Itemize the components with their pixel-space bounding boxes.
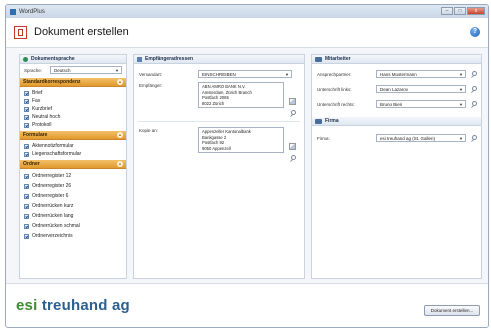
collapse-icon[interactable]: ▲ [117, 132, 123, 138]
document-icon [14, 26, 27, 39]
kopie-label: Kopie an: [139, 128, 159, 133]
list-item[interactable]: Aktennotizformular [20, 142, 126, 150]
chevron-down-icon: ▼ [115, 68, 119, 73]
page-header: Dokument erstellen ? [6, 18, 488, 48]
list-item[interactable]: Fax [20, 97, 126, 105]
search-icon[interactable] [472, 86, 477, 91]
kopie-address[interactable]: Appenzeller Kantonalbank Bankgasse 2 Pos… [198, 127, 284, 153]
checkbox-icon[interactable] [24, 203, 29, 209]
list-item[interactable]: Brief [20, 89, 126, 97]
window-title: WordPlus [19, 8, 45, 15]
unterschrift-links-label: Unterschrift links: [317, 87, 352, 92]
checkbox-icon[interactable] [24, 106, 29, 112]
chevron-down-icon: ▼ [459, 87, 463, 92]
search-icon[interactable] [472, 101, 477, 106]
list-item[interactable]: Ordnerregister 6 [20, 191, 126, 201]
minimize-button[interactable]: – [441, 7, 453, 15]
checkbox-icon[interactable] [24, 213, 29, 219]
company-icon [315, 118, 322, 124]
checkbox-icon[interactable] [24, 173, 29, 179]
create-document-button[interactable]: Dokument erstellen... [424, 305, 480, 316]
list-item[interactable]: Liegenschaftsformular [20, 150, 126, 158]
section-standardkorrespondenz[interactable]: Standardkorrespondenz ▲ [20, 78, 126, 87]
list-item[interactable]: Ordnerregister 12 [20, 171, 126, 181]
section-dokumentsprache: Dokumentsprache [20, 55, 126, 64]
edit-icon[interactable] [289, 98, 296, 105]
search-icon[interactable] [472, 71, 477, 76]
list-item[interactable]: Ordnerrücken schmal [20, 221, 126, 231]
unterschrift-rechts-label: Unterschrift rechts: [317, 102, 355, 107]
list-item[interactable]: Neutral hoch [20, 113, 126, 121]
checkbox-icon[interactable] [24, 223, 29, 229]
chevron-down-icon: ▼ [459, 136, 463, 141]
ansprechpartner-label: Ansprechpartner: [317, 72, 352, 77]
list-item[interactable]: Ordnerverzeichnis [20, 231, 126, 241]
chevron-down-icon: ▼ [459, 72, 463, 77]
checkbox-icon[interactable] [24, 151, 29, 157]
empfaenger-label: Empfänger: [139, 83, 163, 88]
middle-panel: Empfängeradressen Versandart: EINSCHREIB… [133, 54, 305, 279]
globe-icon [23, 56, 28, 62]
unterschrift-links-select[interactable]: Dean Lazarov ▼ [376, 85, 466, 93]
checkbox-icon[interactable] [24, 98, 29, 104]
checkbox-icon[interactable] [24, 193, 29, 199]
firma-label: Firma: [317, 136, 330, 141]
empfaenger-address[interactable]: ABN AMRO BANK N.V. Amsterdam, Zürich Bra… [198, 82, 284, 108]
right-panel: Mitarbeiter Ansprechpartner: Hans Muster… [311, 54, 482, 279]
search-icon[interactable] [291, 110, 296, 115]
versandart-select[interactable]: EINSCHREIBEN ▼ [198, 70, 292, 78]
address-book-icon [137, 56, 142, 62]
page-title: Dokument erstellen [34, 26, 129, 38]
list-item[interactable]: Ordnerrücken kurz [20, 201, 126, 211]
sprache-select[interactable]: Deutsch ▼ [50, 66, 122, 74]
section-firma: Firma [312, 117, 481, 126]
search-icon[interactable] [472, 135, 477, 140]
versandart-label: Versandart: [139, 72, 163, 77]
list-item[interactable]: Protokoll [20, 121, 126, 129]
sprache-label: Sprache: [24, 68, 43, 73]
collapse-icon[interactable]: ▲ [117, 161, 123, 167]
checkbox-icon[interactable] [24, 143, 29, 149]
chevron-down-icon: ▼ [459, 102, 463, 107]
checkbox-icon[interactable] [24, 233, 29, 239]
checkbox-icon[interactable] [24, 122, 29, 128]
edit-icon[interactable] [289, 143, 296, 150]
checkbox-icon[interactable] [24, 114, 29, 120]
brand-logo: esi treuhand ag [16, 297, 130, 314]
unterschrift-rechts-select[interactable]: Bruno Bieri ▼ [376, 100, 466, 108]
ansprechpartner-select[interactable]: Hans Mustermann ▼ [376, 70, 466, 78]
section-formulare[interactable]: Formulare ▲ [20, 131, 126, 140]
section-mitarbeiter: Mitarbeiter [312, 55, 481, 64]
search-icon[interactable] [291, 155, 296, 160]
list-item[interactable]: Kurzbrief [20, 105, 126, 113]
app-window: WordPlus – □ x Dokument erstellen ? Doku… [5, 4, 489, 328]
maximize-button[interactable]: □ [454, 7, 466, 15]
chevron-down-icon: ▼ [285, 72, 289, 77]
help-icon[interactable]: ? [470, 27, 480, 37]
list-item[interactable]: Ordnerregister 26 [20, 181, 126, 191]
window-controls: – □ x [441, 7, 485, 15]
divider [138, 121, 300, 122]
collapse-icon[interactable]: ▲ [117, 79, 123, 85]
section-ordner[interactable]: Ordner ▲ [20, 160, 126, 169]
firma-select[interactable]: esi treuhand ag (St. Gallen) ▼ [376, 134, 466, 142]
titlebar: WordPlus [6, 5, 488, 18]
footer: esi treuhand ag Dokument erstellen... [6, 283, 488, 327]
people-icon [315, 56, 322, 62]
list-item[interactable]: Ordnerrücken lang [20, 211, 126, 221]
close-button[interactable]: x [467, 7, 485, 15]
checkbox-icon[interactable] [24, 183, 29, 189]
checkbox-icon[interactable] [24, 90, 29, 96]
section-empfaengeradressen: Empfängeradressen [134, 55, 304, 64]
left-panel: Dokumentsprache Sprache: Deutsch ▼ Stand… [19, 54, 127, 279]
app-icon [10, 8, 16, 15]
